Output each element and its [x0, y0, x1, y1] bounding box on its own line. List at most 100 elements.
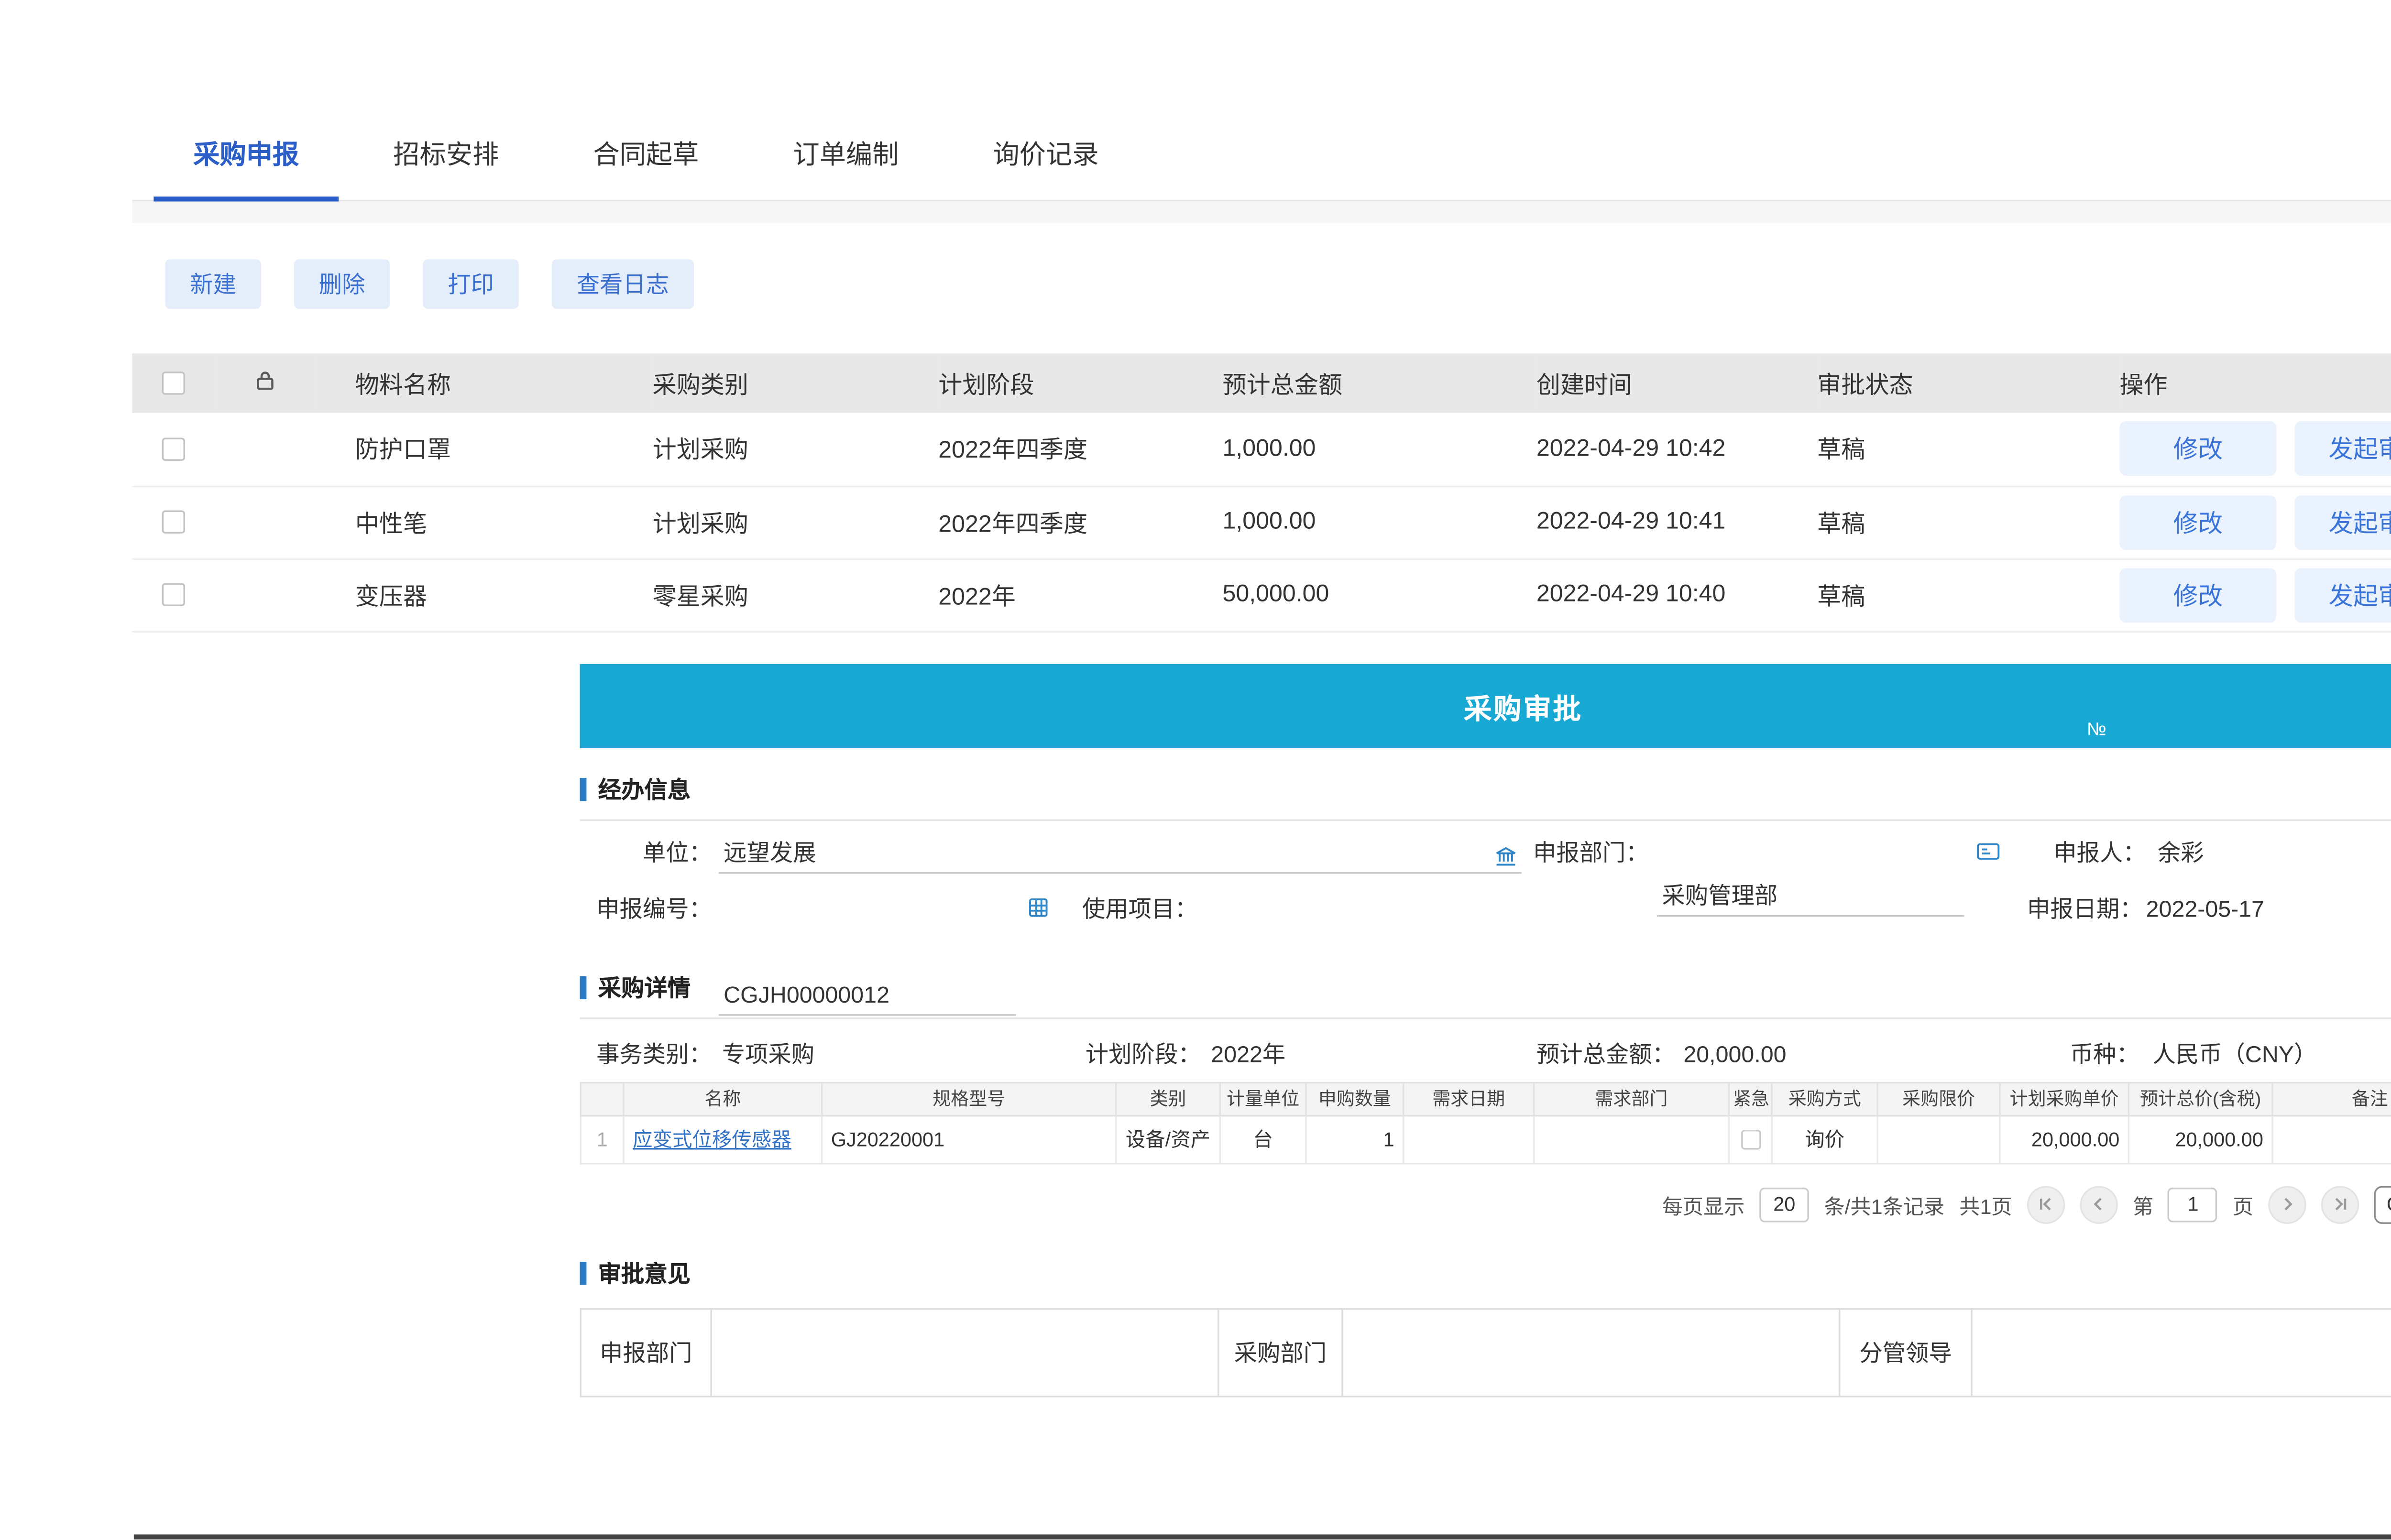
txn-type-label: 事务类别： — [596, 1033, 712, 1073]
start-approval-button[interactable]: 发起审批 — [2295, 568, 2391, 622]
approval-opinion-table: 申报部门 采购部门 分管领导 — [580, 1307, 2391, 1397]
tab-bidding-arrange[interactable]: 招标安排 — [353, 129, 538, 200]
dept-label: 申报部门： — [1525, 830, 1649, 873]
new-button[interactable]: 新建 — [165, 259, 261, 309]
dcol-need-dept: 需求部门 — [1534, 1082, 1729, 1115]
cell-created: 2022-04-29 10:40 — [1536, 558, 1817, 631]
cell-name: 中性笔 — [314, 486, 652, 558]
dcol-total-tax: 预计总价(含税) — [2128, 1082, 2272, 1115]
edit-button[interactable]: 修改 — [2119, 422, 2276, 476]
date-label: 申报日期： — [2027, 886, 2143, 929]
cell-category: 计划采购 — [653, 486, 939, 558]
section-bar-icon — [580, 975, 587, 998]
item-category: 设备/资产 — [1116, 1115, 1220, 1163]
detail-row: 1 应变式位移传感器 GJ20220001 设备/资产 台 1 询价 20,00… — [581, 1115, 2391, 1163]
tab-contract-draft[interactable]: 合同起草 — [553, 129, 738, 200]
unit-label: 单位： — [580, 830, 712, 873]
tab-inquiry-record[interactable]: 询价记录 — [954, 129, 1139, 200]
cell-category: 计划采购 — [653, 413, 939, 486]
edit-button[interactable]: 修改 — [2119, 568, 2276, 622]
pagination-bar: 每页显示 条/共1条记录 共1页 第 页 GO — [580, 1185, 2391, 1223]
row-checkbox[interactable] — [162, 511, 185, 534]
per-page-input[interactable] — [1760, 1187, 1810, 1222]
item-model: GJ20220001 — [822, 1115, 1116, 1163]
opinion-leader-value — [1972, 1308, 2391, 1396]
opinion-purchase-dept-value — [1342, 1308, 1840, 1396]
row-checkbox[interactable] — [162, 583, 185, 606]
start-approval-button[interactable]: 发起审批 — [2295, 495, 2391, 549]
applicant-label: 申报人： — [2053, 830, 2146, 873]
decl-no-field[interactable]: CGJH00000012 — [719, 972, 1016, 1015]
view-log-button[interactable]: 查看日志 — [552, 259, 694, 309]
section-bar-icon — [580, 1261, 587, 1284]
applicant-value: 余彩 — [2158, 830, 2204, 873]
item-total-tax: 20,000.00 — [2128, 1115, 2272, 1163]
opinion-declare-dept-value — [711, 1308, 1218, 1396]
unit-field[interactable]: 远望发展 — [719, 830, 1522, 873]
decl-no-value: CGJH00000012 — [724, 980, 889, 1006]
currency-label: 币种： — [2070, 1033, 2139, 1073]
procurement-approval-panel: 采购审批 № 经办信息 单位： 远望发展 申报部门： 采购管理部 — [580, 663, 2391, 1397]
dcol-model: 规格型号 — [822, 1082, 1116, 1115]
tab-bar: 采购申报 招标安排 合同起草 订单编制 询价记录 — [132, 129, 2391, 201]
select-all-checkbox[interactable] — [162, 372, 185, 395]
date-value: 2022-05-17 — [2146, 886, 2264, 929]
item-unit: 台 — [1220, 1115, 1306, 1163]
page: 采购申报 招标安排 合同起草 订单编制 询价记录 新建 删除 打印 查看日志 — [0, 0, 2391, 1540]
txn-type-value: 专项采购 — [722, 1033, 814, 1073]
divider-band — [132, 201, 2391, 223]
unit-value: 远望发展 — [724, 838, 816, 864]
go-button[interactable]: GO — [2374, 1185, 2391, 1223]
cell-amount: 1,000.00 — [1222, 413, 1536, 486]
page-suffix: 页 — [2233, 1189, 2253, 1220]
edit-button[interactable]: 修改 — [2119, 495, 2276, 549]
col-header-created: 创建时间 — [1536, 353, 1817, 413]
detail-items-table: 名称 规格型号 类别 计量单位 申购数量 需求日期 需求部门 紧急 采购方式 采… — [580, 1081, 2391, 1164]
toolbar: 新建 删除 打印 查看日志 — [132, 259, 2391, 309]
delete-button[interactable]: 删除 — [294, 259, 390, 309]
cell-name: 防护口罩 — [314, 413, 652, 486]
dcol-category: 类别 — [1116, 1082, 1220, 1115]
prev-page-icon[interactable] — [2080, 1185, 2117, 1223]
cell-stage: 2022年四季度 — [938, 413, 1222, 486]
cell-created: 2022-04-29 10:42 — [1536, 413, 1817, 486]
item-need-date — [1404, 1115, 1534, 1163]
col-header-ops: 操作 — [2119, 353, 2391, 413]
item-need-dept — [1534, 1115, 1729, 1163]
table-header-row: 物料名称 采购类别 计划阶段 预计总金额 创建时间 审批状态 操作 — [132, 353, 2391, 413]
total-label: 预计总金额： — [1536, 1033, 1675, 1073]
cell-amount: 1,000.00 — [1222, 486, 1536, 558]
cell-status: 草稿 — [1817, 486, 2119, 558]
page-prefix: 第 — [2133, 1189, 2153, 1220]
row-checkbox[interactable] — [162, 437, 185, 460]
org-picker-icon[interactable] — [1493, 838, 1518, 881]
panel-title: 采购审批 — [1464, 685, 1583, 726]
tab-procurement-declare[interactable]: 采购申报 — [154, 129, 339, 200]
print-button[interactable]: 打印 — [423, 259, 518, 309]
start-approval-button[interactable]: 发起审批 — [2295, 422, 2391, 476]
stage-value: 2022年 — [1211, 1033, 1285, 1073]
col-header-amount: 预计总金额 — [1222, 353, 1536, 413]
currency-value: 人民币（CNY） — [2152, 1033, 2317, 1073]
cell-stage: 2022年四季度 — [938, 486, 1222, 558]
cell-category: 零星采购 — [653, 558, 939, 631]
item-remark — [2272, 1115, 2391, 1163]
dcol-need-date: 需求日期 — [1404, 1082, 1534, 1115]
tab-order-prepare[interactable]: 订单编制 — [754, 129, 939, 200]
last-page-icon[interactable] — [2321, 1185, 2359, 1223]
urgent-checkbox[interactable] — [1741, 1130, 1760, 1150]
table-row: 中性笔 计划采购 2022年四季度 1,000.00 2022-04-29 10… — [132, 486, 2391, 558]
page-number-input[interactable] — [2168, 1187, 2218, 1222]
first-page-icon[interactable] — [2027, 1185, 2065, 1223]
dept-field[interactable]: 采购管理部 — [1657, 873, 1964, 916]
content-area: 采购申报 招标安排 合同起草 订单编制 询价记录 新建 删除 打印 查看日志 — [132, 0, 2391, 1397]
col-header-category: 采购类别 — [653, 353, 939, 413]
number-picker-icon[interactable] — [1026, 895, 1051, 924]
next-page-icon[interactable] — [2268, 1185, 2306, 1223]
table-row: 变压器 零星采购 2022年 50,000.00 2022-04-29 10:4… — [132, 558, 2391, 631]
dept-picker-icon[interactable] — [1976, 838, 2001, 868]
item-qty: 1 — [1306, 1115, 1404, 1163]
item-name-link[interactable]: 应变式位移传感器 — [633, 1128, 791, 1151]
dcol-qty: 申购数量 — [1306, 1082, 1404, 1115]
section-title: 采购详情 — [598, 971, 691, 1004]
